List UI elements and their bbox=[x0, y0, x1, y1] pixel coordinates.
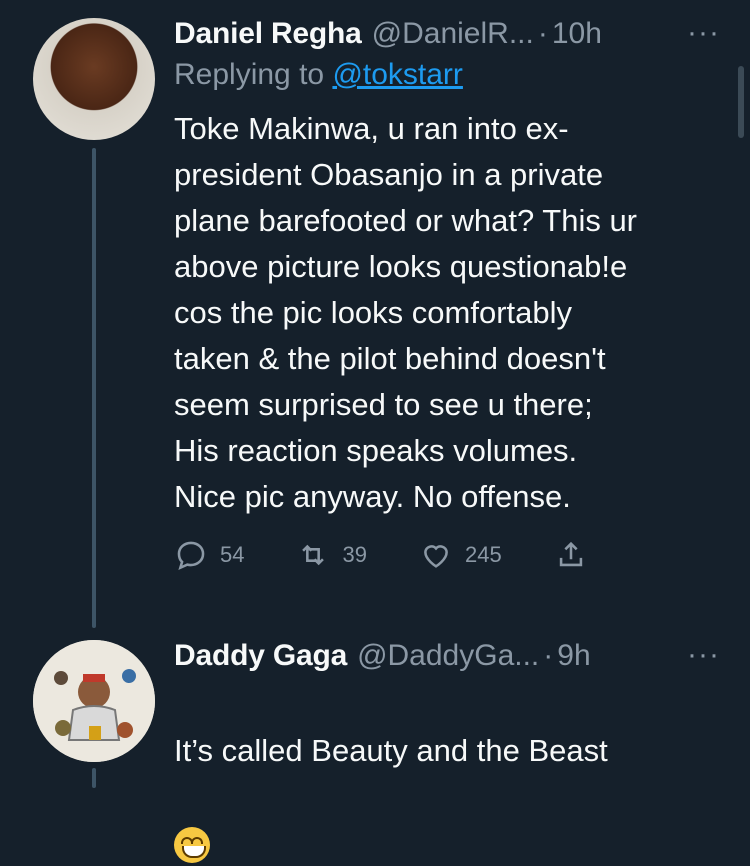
grinning-face-emoji-icon bbox=[174, 826, 210, 863]
share-button[interactable] bbox=[554, 538, 600, 572]
separator-dot: · bbox=[543, 639, 554, 672]
tweet-header: Daniel Regha @DanielR... · 10h ··· bbox=[174, 14, 720, 54]
more-options-icon[interactable]: ··· bbox=[687, 638, 720, 672]
replying-handle-link[interactable]: @tokstarr bbox=[332, 58, 462, 91]
tweet-text: It’s called Beauty and the Beast bbox=[174, 682, 720, 866]
tweet-header: Daddy Gaga @DaddyGa... · 9h ··· bbox=[174, 636, 720, 676]
thread-line bbox=[92, 148, 96, 628]
reply-icon bbox=[177, 541, 205, 571]
tweet-daddy-gaga[interactable]: Daddy Gaga @DaddyGa... · 9h ··· It’s cal… bbox=[0, 620, 750, 863]
tweet-actions: 54 39 245 bbox=[174, 538, 720, 572]
cartoon-avatar-image bbox=[33, 640, 155, 762]
timestamp[interactable]: 10h bbox=[552, 17, 602, 51]
retweet-button[interactable]: 39 bbox=[296, 538, 367, 572]
reply-button[interactable]: 54 bbox=[174, 538, 244, 572]
like-count: 245 bbox=[464, 542, 502, 567]
separator-dot: · bbox=[537, 17, 548, 50]
reply-count: 54 bbox=[220, 542, 245, 567]
user-handle[interactable]: @DanielR... bbox=[372, 17, 534, 51]
replying-to: Replying to @tokstarr bbox=[174, 58, 720, 92]
heart-icon bbox=[424, 545, 448, 568]
tweet-daniel-regha[interactable]: Daniel Regha @DanielR... · 10h ··· Reply… bbox=[0, 0, 750, 628]
avatar[interactable] bbox=[33, 18, 155, 140]
display-name[interactable]: Daniel Regha bbox=[174, 17, 362, 51]
tweet-text-content: It’s called Beauty and the Beast bbox=[174, 733, 608, 768]
scrollbar[interactable] bbox=[738, 66, 744, 138]
replying-label: Replying to bbox=[174, 58, 325, 91]
retweet-count: 39 bbox=[342, 542, 367, 567]
share-icon bbox=[559, 541, 582, 567]
timestamp[interactable]: 9h bbox=[557, 639, 590, 673]
avatar[interactable] bbox=[33, 640, 155, 762]
user-handle[interactable]: @DaddyGa... bbox=[357, 639, 539, 673]
more-options-icon[interactable]: ··· bbox=[687, 16, 720, 50]
display-name[interactable]: Daddy Gaga bbox=[174, 639, 347, 673]
retweet-icon bbox=[302, 544, 325, 566]
like-button[interactable]: 245 bbox=[419, 538, 502, 572]
tweet-text: Toke Makinwa, u ran into ex- president O… bbox=[174, 111, 638, 514]
thread-line bbox=[92, 768, 96, 788]
